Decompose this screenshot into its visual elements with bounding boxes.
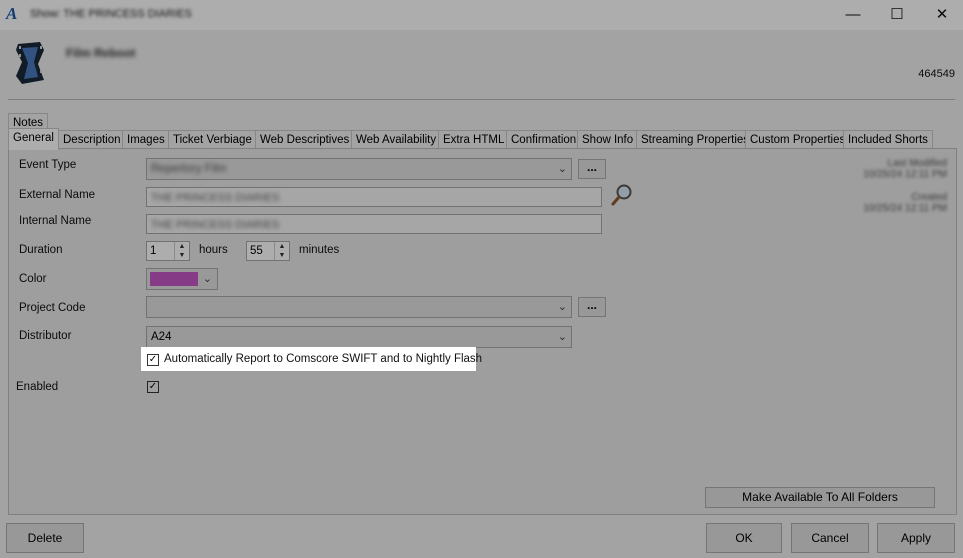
- external-name-input[interactable]: THE PRINCESS DIARIES: [146, 187, 602, 207]
- created-value: 10/25/24 12:11 PM: [863, 203, 947, 214]
- enabled-checkbox[interactable]: ✓: [147, 381, 159, 393]
- comscore-label[interactable]: Automatically Report to Comscore SWIFT a…: [164, 353, 482, 365]
- hours-stepper[interactable]: 1 ▲ ▼: [146, 241, 190, 261]
- minutes-stepper[interactable]: 55 ▲ ▼: [246, 241, 290, 261]
- color-picker[interactable]: ⌄: [146, 268, 218, 290]
- spin-down-icon[interactable]: ▼: [275, 251, 289, 260]
- internal-name-label: Internal Name: [19, 215, 92, 227]
- event-type-value: Repertory Film: [151, 163, 227, 175]
- minutes-value: 55: [250, 245, 263, 257]
- chevron-down-icon: ⌄: [202, 273, 212, 285]
- spin-down-icon[interactable]: ▼: [175, 251, 189, 260]
- close-button[interactable]: ✕: [919, 0, 963, 30]
- header-id: 464549: [918, 68, 955, 80]
- chevron-down-icon: ⌄: [557, 163, 567, 175]
- hours-label: hours: [199, 244, 228, 256]
- cancel-button[interactable]: Cancel: [791, 523, 869, 553]
- app-logo-icon: A: [6, 4, 18, 23]
- distributor-value: A24: [151, 331, 172, 343]
- tab-ticket-verbiage[interactable]: Ticket Verbiage: [168, 130, 257, 149]
- external-name-label: External Name: [19, 189, 96, 201]
- tab-general[interactable]: General: [8, 128, 59, 150]
- delete-button[interactable]: Delete: [6, 523, 84, 553]
- tab-streaming-properties[interactable]: Streaming Properties: [636, 130, 755, 149]
- internal-name-input[interactable]: THE PRINCESS DIARIES: [146, 214, 602, 234]
- created-label: Created: [911, 192, 947, 203]
- last-modified-info: Last Modified 10/25/24 12:11 PM: [827, 158, 947, 180]
- chevron-down-icon: ⌄: [557, 331, 567, 343]
- last-modified-value: 10/25/24 12:11 PM: [863, 169, 947, 180]
- created-info: Created 10/25/24 12:11 PM: [827, 192, 947, 214]
- duration-label: Duration: [19, 244, 63, 256]
- spin-up-icon[interactable]: ▲: [275, 242, 289, 251]
- distributor-label: Distributor: [19, 330, 72, 342]
- tab-strip: General Description Images Ticket Verbia…: [8, 128, 948, 150]
- tab-web-availability[interactable]: Web Availability: [351, 130, 442, 149]
- enabled-label: Enabled: [16, 381, 59, 393]
- spin-up-icon[interactable]: ▲: [175, 242, 189, 251]
- tab-description[interactable]: Description: [58, 130, 126, 149]
- event-type-select[interactable]: Repertory Film ⌄: [146, 158, 572, 180]
- internal-name-value: THE PRINCESS DIARIES: [151, 219, 280, 231]
- header-title: Film Reboot: [66, 46, 136, 60]
- search-icon[interactable]: [610, 183, 634, 207]
- tab-custom-properties[interactable]: Custom Properties: [745, 130, 851, 149]
- maximize-button[interactable]: ☐: [874, 0, 920, 30]
- film-strip-icon: [16, 42, 44, 84]
- tab-show-info[interactable]: Show Info: [577, 130, 639, 149]
- comscore-checkbox[interactable]: ✓: [147, 354, 159, 366]
- ok-button[interactable]: OK: [706, 523, 782, 553]
- header-separator: [8, 99, 955, 100]
- minimize-button[interactable]: —: [830, 0, 876, 30]
- hours-spinner[interactable]: ▲ ▼: [174, 242, 189, 260]
- tab-confirmation[interactable]: Confirmation: [506, 130, 582, 149]
- event-type-label: Event Type: [19, 159, 77, 171]
- minutes-spinner[interactable]: ▲ ▼: [274, 242, 289, 260]
- project-code-select[interactable]: ⌄: [146, 296, 572, 318]
- last-modified-label: Last Modified: [887, 158, 947, 169]
- external-name-value: THE PRINCESS DIARIES: [151, 192, 280, 204]
- header-area: [0, 30, 963, 100]
- project-code-browse-button[interactable]: ...: [578, 297, 606, 317]
- tab-web-descriptives[interactable]: Web Descriptives: [255, 130, 355, 149]
- color-swatch: [150, 272, 198, 286]
- tab-images[interactable]: Images: [122, 130, 170, 149]
- distributor-select[interactable]: A24 ⌄: [146, 326, 572, 348]
- project-code-label: Project Code: [19, 302, 86, 314]
- chevron-down-icon: ⌄: [557, 301, 567, 313]
- tab-extra-html[interactable]: Extra HTML: [438, 130, 510, 149]
- window-title: Show: THE PRINCESS DIARIES: [30, 8, 192, 20]
- minutes-label: minutes: [299, 244, 340, 256]
- hours-value: 1: [150, 245, 157, 257]
- tab-included-shorts[interactable]: Included Shorts: [843, 130, 933, 149]
- color-label: Color: [19, 273, 47, 285]
- apply-button[interactable]: Apply: [877, 523, 955, 553]
- event-type-browse-button[interactable]: ...: [578, 159, 606, 179]
- make-available-button[interactable]: Make Available To All Folders: [705, 487, 935, 508]
